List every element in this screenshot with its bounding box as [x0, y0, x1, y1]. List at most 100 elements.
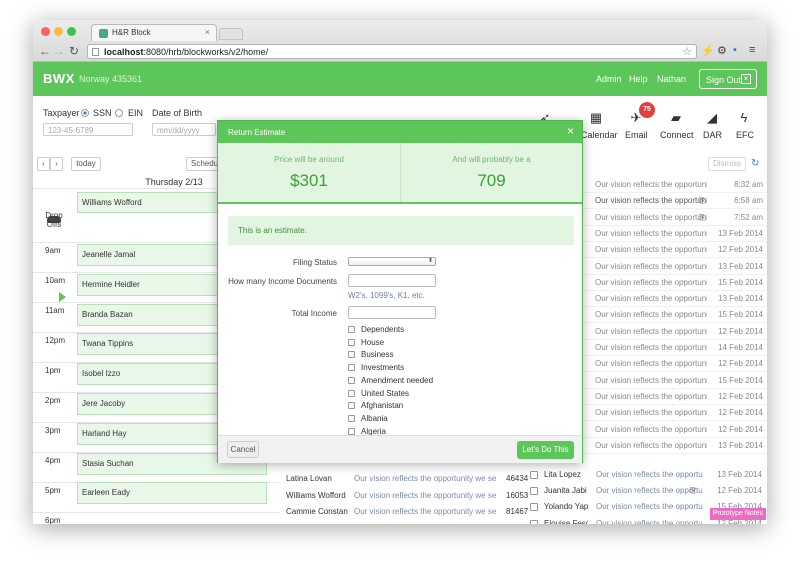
menu-icon[interactable]: ≡ [749, 44, 755, 56]
message-row[interactable]: Our vision reflects the opportuni 15 Feb … [579, 307, 767, 324]
address-bar[interactable]: localhost:8080/hrb/blockworks/v2/home/ ☆ [87, 44, 697, 59]
modal-close-icon[interactable]: × [567, 124, 574, 138]
minimize-window-button[interactable] [54, 27, 63, 36]
checkbox[interactable] [348, 427, 355, 435]
message-row[interactable]: Our vision reflects the opportuni 14 Feb … [579, 340, 767, 356]
close-window-button[interactable] [41, 27, 50, 36]
row-checkbox[interactable] [530, 487, 538, 496]
prototype-notes-button[interactable]: Prototype Notes [710, 508, 766, 520]
hour-label: 5pm [45, 486, 61, 495]
client-row[interactable]: Williams Wofford Our vision reflects the … [286, 489, 528, 505]
submit-button[interactable]: Let's Do This [517, 441, 574, 459]
message-row[interactable]: Our vision reflects the opportuni 13 Feb … [579, 438, 767, 454]
reload-icon[interactable]: ↻ [69, 44, 79, 58]
taxpayer-id-field[interactable]: 123-45-6789 [43, 123, 133, 136]
row-checkbox[interactable] [530, 503, 538, 512]
message-row[interactable]: Our vision reflects the opportuni 15 Feb … [579, 275, 767, 291]
forward-icon[interactable]: → [53, 44, 65, 58]
connect-icon[interactable]: ▰ [661, 110, 691, 126]
calendar-tool-label[interactable]: Calendar [581, 130, 618, 140]
schedule-button[interactable]: Schedu [186, 157, 220, 171]
appointment[interactable]: Earleen Eady [77, 482, 267, 505]
message-row[interactable]: Our vision reflects the opportuni ⎘ 7:52 a… [579, 210, 767, 226]
browser-chrome: H&R Block × ← → ↻ localhost:8080/hrb/blo… [33, 20, 767, 62]
hour-label: 1pm [45, 366, 61, 375]
message-row[interactable]: Our vision reflects the opportuni 15 Feb … [579, 373, 767, 389]
prev-day-button[interactable]: ‹ [37, 157, 50, 171]
probable-value: 709 [477, 171, 506, 190]
user-link[interactable]: Nathan [657, 74, 686, 84]
checkbox-label: Investments [361, 363, 405, 373]
checkbox[interactable] [348, 326, 355, 333]
client-row[interactable]: Latina Lovan Our vision reflects the oppo… [286, 472, 529, 488]
next-day-button[interactable]: › [50, 157, 63, 171]
message-date: 12 Feb 2014 [718, 408, 763, 418]
dob-field[interactable]: mm/dd/yyyy [152, 123, 216, 136]
url-path: :8080/hrb/blockworks/v2/home/ [143, 47, 269, 57]
sign-out-label: Sign Out [706, 75, 742, 85]
checkbox[interactable] [348, 402, 355, 410]
ein-radio[interactable] [115, 109, 123, 117]
checkbox-label: Afghanistan [361, 401, 404, 411]
divider [218, 202, 582, 204]
browser-tab[interactable]: H&R Block × [91, 24, 217, 41]
message-preview: Our vision reflects the opportuni [595, 277, 707, 287]
sign-out-button[interactable]: Sign Out × [699, 69, 757, 89]
message-row[interactable]: Our vision reflects the opportuni 12 Feb … [579, 324, 767, 340]
message-row[interactable]: Our vision reflects the opportuni 13 Feb … [579, 259, 767, 275]
calendar-icon[interactable]: ▦ [581, 110, 611, 126]
tab-close-icon[interactable]: × [205, 27, 210, 37]
client-row[interactable]: Cammie Constan Our vision reflects the op… [286, 505, 528, 521]
message-row[interactable]: Our vision reflects the opportuni ⎘ 6:58 a… [579, 193, 767, 210]
message-preview: Our vision reflects the opportuni [595, 326, 707, 336]
message-date: 14 Feb 2014 [718, 343, 763, 352]
zoom-window-button[interactable] [67, 27, 76, 36]
message-preview: Our vision reflects the opportu [596, 518, 703, 524]
checkbox[interactable] [348, 389, 355, 397]
message-row[interactable]: Our vision reflects the opportuni 12 Feb … [579, 356, 767, 373]
checkbox[interactable] [348, 376, 355, 384]
email-tool-label[interactable]: Email [625, 130, 648, 140]
row-checkbox[interactable] [530, 519, 538, 524]
bookmark-star-icon[interactable]: ☆ [682, 45, 692, 58]
admin-link[interactable]: Admin [596, 74, 622, 84]
message-row[interactable]: Our vision reflects the opportuni 13 Feb … [579, 291, 767, 308]
checkbox[interactable] [348, 338, 355, 346]
extension-icon[interactable]: ⚡ [701, 44, 715, 57]
message-preview: Our vision reflects the opportu [596, 470, 703, 479]
message-row[interactable]: Our vision reflects the opportuni 12 Feb … [579, 405, 767, 422]
dismiss-button[interactable]: Dismiss [708, 157, 746, 171]
income-docs-input[interactable] [348, 274, 436, 287]
connect-tool-label[interactable]: Connect [660, 130, 694, 140]
message-row[interactable]: cOur vision reflects the opportuni8:32 a… [579, 177, 767, 193]
new-tab-button[interactable] [219, 28, 243, 40]
message-row[interactable]: Juanita Jabi Our vision reflects the oppo… [530, 485, 766, 501]
help-link[interactable]: Help [629, 74, 648, 84]
dar-icon[interactable]: ◢ [697, 110, 727, 126]
extension-blocks-icon[interactable]: ▪ [733, 44, 737, 56]
refresh-icon[interactable]: ↻ [751, 158, 759, 169]
checkbox[interactable] [348, 364, 355, 372]
settings-gear-icon[interactable]: ⚙ [717, 44, 727, 57]
message-row[interactable]: Our vision reflects the opportuni 13 Feb … [579, 226, 767, 242]
cancel-button[interactable]: Cancel [227, 441, 259, 458]
message-row[interactable]: Our vision reflects the opportuni 12 Feb … [579, 242, 767, 259]
back-icon[interactable]: ← [39, 44, 51, 58]
today-button[interactable]: today [71, 157, 101, 171]
dar-tool-label[interactable]: DAR [703, 130, 722, 140]
checkbox[interactable] [348, 414, 355, 422]
checkbox[interactable] [348, 351, 355, 359]
message-row[interactable]: Lita Lopez Our vision reflects the opport… [530, 469, 766, 485]
filing-status-select[interactable]: ⬍ [348, 257, 436, 266]
efc-icon[interactable]: ϟ [729, 110, 759, 125]
message-row[interactable]: Our vision reflects the opportuni 12 Feb … [579, 422, 767, 438]
app-logo[interactable]: BWX [43, 71, 75, 86]
price-caption: Price will be around [274, 155, 344, 164]
total-income-input[interactable] [348, 306, 436, 319]
client-number: 46434 [506, 474, 529, 483]
ssn-radio[interactable] [81, 109, 89, 117]
efc-tool-label[interactable]: EFC [736, 130, 754, 140]
tab-title: H&R Block [112, 28, 151, 37]
message-row[interactable]: Our vision reflects the opportuni 12 Feb … [579, 389, 767, 405]
row-checkbox[interactable] [530, 471, 538, 479]
